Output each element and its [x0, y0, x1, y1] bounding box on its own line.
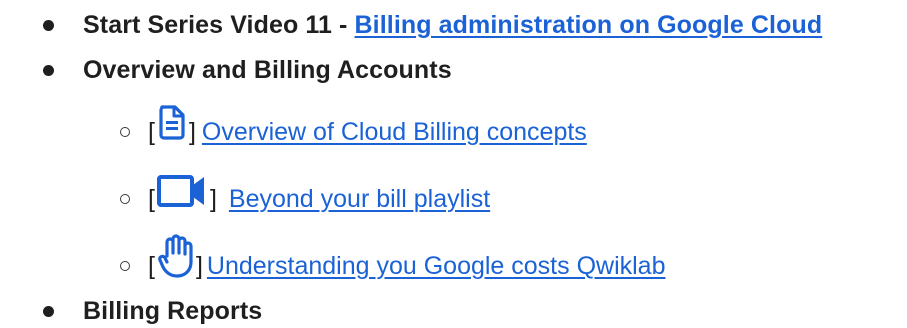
- bracket-open: [: [148, 117, 155, 146]
- bracket-open: [: [148, 251, 155, 280]
- billing-administration-link[interactable]: Billing administration on Google Cloud: [355, 11, 823, 39]
- hollow-bullet: [120, 261, 130, 271]
- list-item-prefix: Start Series Video 11 -: [83, 10, 355, 39]
- bullet: [43, 305, 54, 317]
- video-camera-icon: [156, 173, 207, 209]
- sub-list-item: [ ] Beyond your bill playlist: [120, 175, 490, 223]
- overview-cloud-billing-link[interactable]: Overview of Cloud Billing concepts: [202, 118, 587, 147]
- bracket-close: ]: [209, 184, 217, 213]
- document-icon: [158, 104, 186, 140]
- bracket-close: ]: [195, 251, 203, 280]
- sub-list-item: [ ] Overview of Cloud Billing concepts: [120, 105, 587, 156]
- list-item-label: Billing Reports: [83, 296, 263, 325]
- document-page: Start Series Video 11 - Billing administ…: [0, 0, 907, 328]
- hollow-bullet: [120, 127, 130, 137]
- bullet: [43, 64, 54, 76]
- bracket-close: ]: [188, 117, 196, 146]
- list-item-text: Start Series Video 11 - Billing administ…: [83, 11, 822, 40]
- bracket-open: [: [148, 184, 155, 213]
- hollow-bullet: [120, 194, 130, 204]
- bullet: [43, 19, 54, 31]
- list-item: Start Series Video 11 - Billing administ…: [43, 10, 822, 40]
- list-item-label: Overview and Billing Accounts: [83, 55, 452, 84]
- beyond-your-bill-link[interactable]: Beyond your bill playlist: [229, 185, 490, 214]
- list-item: Billing Reports: [43, 296, 262, 326]
- understanding-google-costs-link[interactable]: Understanding you Google costs Qwiklab: [207, 252, 666, 281]
- hand-icon: [158, 234, 194, 278]
- list-item: Overview and Billing Accounts: [43, 55, 452, 85]
- sub-list-item: [ ] Understanding you Google costs Qwikl…: [120, 234, 666, 290]
